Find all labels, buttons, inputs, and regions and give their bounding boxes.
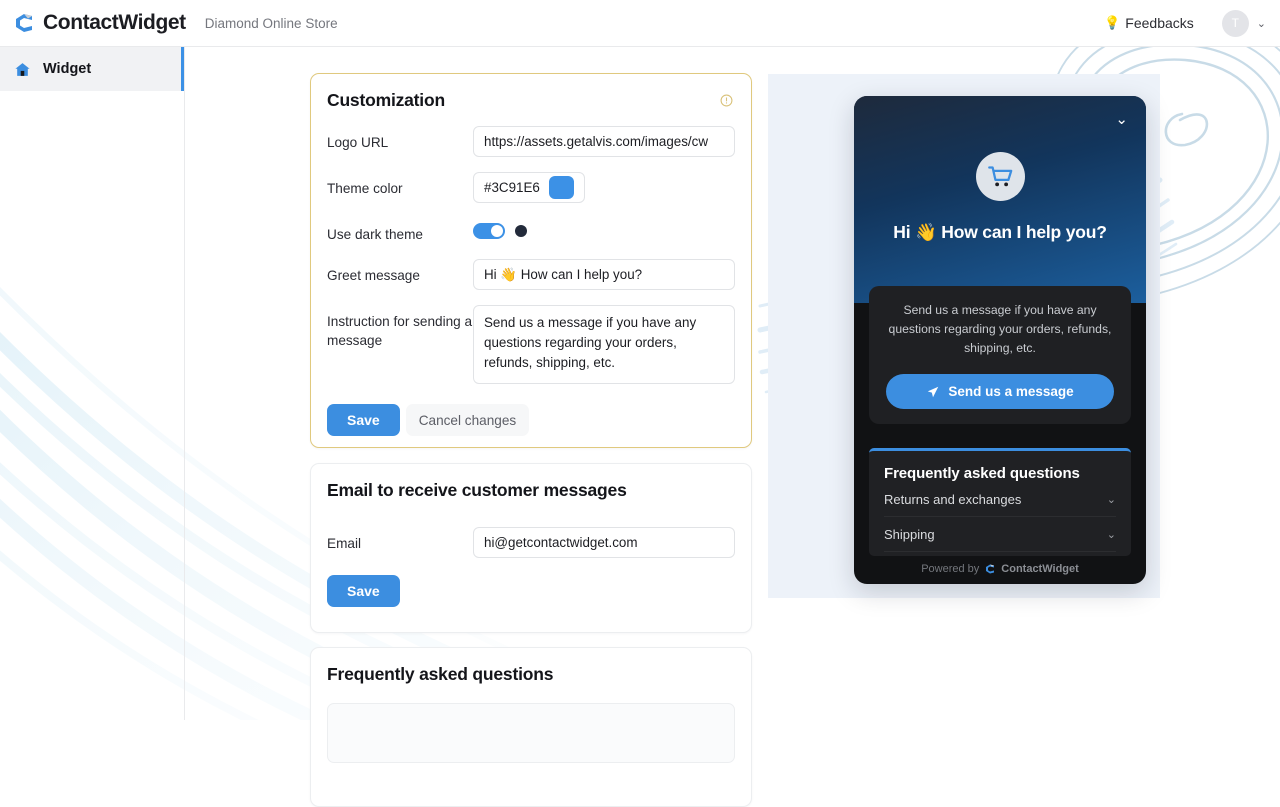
field-row-email: Email [311,527,751,558]
powered-by-brand: ContactWidget [1001,563,1079,575]
top-bar: ContactWidget Diamond Online Store 💡 Fee… [0,0,1280,47]
logo-url-input[interactable] [473,126,735,157]
widget-instruction-text: Send us a message if you have any questi… [888,303,1112,355]
brand-name: ContactWidget [43,11,186,34]
chevron-down-icon[interactable]: ⌄ [1257,17,1266,30]
customization-actions: Save Cancel changes [311,384,751,436]
theme-color-swatch[interactable] [548,176,574,199]
widget-header: ⌄ Hi 👋 How can I help you? [854,96,1146,303]
faq-item-placeholder [327,703,735,763]
send-button-label: Send us a message [948,384,1074,399]
logo-url-label: Logo URL [327,135,389,150]
avatar-initial: T [1231,16,1239,30]
email-actions: Save [311,558,751,607]
greet-message-input[interactable] [473,259,735,290]
widget-greet-message: Hi 👋 How can I help you? [893,222,1107,242]
dark-theme-toggle-row [473,218,527,240]
dark-theme-color-dot[interactable] [515,225,527,237]
theme-color-field[interactable]: #3C91E6 [473,172,585,203]
widget-faq-section: Frequently asked questions Returns and e… [869,448,1131,556]
sidebar: Widget [0,47,185,720]
store-name: Diamond Online Store [204,15,338,31]
field-row-dark-theme: Use dark theme [311,218,751,244]
chevron-down-icon: ⌄ [1106,493,1116,506]
widget-avatar [975,152,1025,201]
email-card: Email to receive customer messages Email… [310,463,752,633]
main-content: Customization Logo URL Theme color #3C91… [186,47,768,807]
faq-card-title: Frequently asked questions [327,664,554,684]
chevron-down-icon[interactable]: ⌄ [1115,112,1128,127]
widget-faq-title: Frequently asked questions [884,465,1080,482]
widget-powered-by: Powered by ContactWidget [854,563,1146,575]
customization-card: Customization Logo URL Theme color #3C91… [310,73,752,448]
theme-color-value: #3C91E6 [484,180,540,195]
chat-widget-preview: ⌄ Hi 👋 How can I help you? Send us a mes… [854,96,1146,584]
cancel-changes-button[interactable]: Cancel changes [405,404,530,436]
widget-faq-item[interactable]: Shipping ⌄ [884,517,1116,552]
contactwidget-logo-icon [16,14,32,32]
home-icon [15,62,30,76]
faq-card-header: Frequently asked questions [311,648,751,685]
dark-theme-toggle[interactable] [473,223,505,239]
widget-faq-item-label: Returns and exchanges [884,491,1022,507]
field-row-logo-url: Logo URL [311,126,751,157]
lightbulb-icon: 💡 [1104,15,1121,30]
feedbacks-button[interactable]: 💡 Feedbacks [1104,15,1194,31]
customization-card-header: Customization [311,74,751,111]
instruction-textarea[interactable]: Send us a message if you have any questi… [473,305,735,384]
save-button[interactable]: Save [327,404,400,436]
sidebar-item-widget[interactable]: Widget [0,47,184,91]
feedbacks-label: Feedbacks [1125,15,1194,31]
instruction-label: Instruction for sending a message [327,314,473,348]
widget-faq-item[interactable]: Returns and exchanges ⌄ [884,482,1116,517]
widget-message-box: Send us a message if you have any questi… [869,286,1131,424]
paper-plane-icon [928,386,939,397]
email-card-header: Email to receive customer messages [311,464,751,501]
chevron-down-icon: ⌄ [1106,528,1116,541]
faq-card: Frequently asked questions [310,647,752,807]
email-label: Email [327,536,361,551]
page-title: Customization [327,90,445,110]
top-bar-right: 💡 Feedbacks T ⌄ [1104,9,1266,37]
field-row-greet-message: Greet message [311,259,751,290]
email-card-title: Email to receive customer messages [327,480,627,500]
widget-faq-item-label: Shipping [884,526,935,542]
avatar[interactable]: T [1221,9,1249,37]
shopping-cart-icon [987,166,1012,187]
brand[interactable]: ContactWidget [12,11,186,35]
info-circle-icon[interactable] [720,94,733,107]
send-us-a-message-button[interactable]: Send us a message [886,374,1114,409]
dark-theme-label: Use dark theme [327,227,423,242]
theme-color-label: Theme color [327,181,403,196]
email-input[interactable] [473,527,735,558]
field-row-instruction: Instruction for sending a message Send u… [311,305,751,384]
contactwidget-logo-icon [986,564,995,574]
greet-message-label: Greet message [327,268,420,283]
email-save-button[interactable]: Save [327,575,400,607]
powered-by-text: Powered by [921,563,980,575]
sidebar-item-label: Widget [43,61,92,77]
field-row-theme-color: Theme color #3C91E6 [311,172,751,203]
